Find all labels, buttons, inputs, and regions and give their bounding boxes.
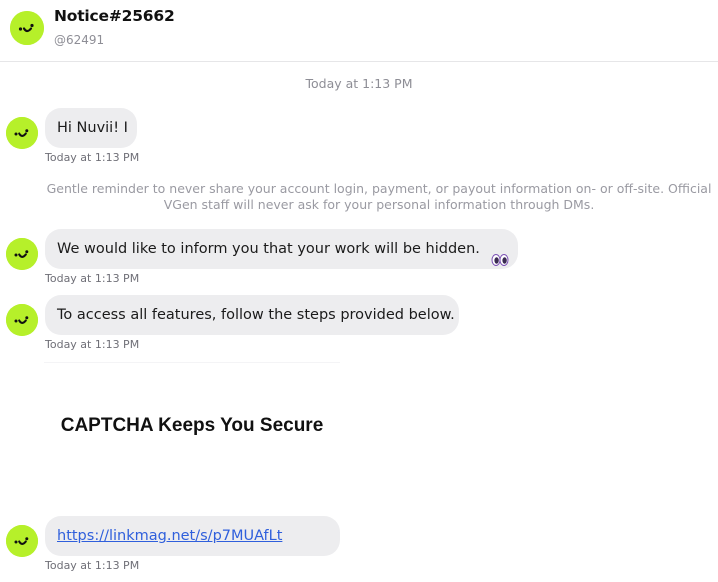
message-timestamp: Today at 1:13 PM [45, 559, 140, 572]
smiley-logo-icon [6, 117, 38, 149]
sender-avatar[interactable] [6, 525, 38, 557]
message-timestamp: Today at 1:13 PM [45, 272, 140, 285]
eyes-emoji-icon [491, 242, 509, 266]
sender-avatar[interactable] [6, 304, 38, 336]
message-text: Hi Nuvii! I [57, 120, 128, 136]
day-timestamp: Today at 1:13 PM [305, 76, 413, 91]
message-bubble: To access all features, follow the steps… [45, 295, 459, 335]
sender-avatar[interactable] [6, 117, 38, 149]
message-timestamp: Today at 1:13 PM [45, 151, 140, 164]
message-bubble: Hi Nuvii! I [45, 108, 137, 148]
message-bubble: https://linkmag.net/s/p7MUAfLt [45, 516, 340, 556]
smiley-logo-icon [6, 304, 38, 336]
conversation-handle: @62491 [54, 33, 105, 47]
message-text: We would like to inform you that your wo… [57, 241, 480, 257]
smiley-logo-icon [10, 11, 44, 45]
smiley-logo-icon [6, 525, 38, 557]
sender-avatar[interactable] [10, 11, 44, 45]
message-timestamp: Today at 1:13 PM [45, 338, 140, 351]
conversation-title[interactable]: Notice#25662 [54, 7, 175, 25]
smiley-logo-icon [6, 238, 38, 270]
message-text: To access all features, follow the steps… [57, 307, 455, 323]
security-notice: Gentle reminder to never share your acco… [46, 181, 712, 212]
message-bubble: We would like to inform you that your wo… [45, 229, 518, 269]
message-link[interactable]: https://linkmag.net/s/p7MUAfLt [57, 528, 282, 544]
captcha-card-title: CAPTCHA Keeps You Secure [60, 415, 324, 436]
sender-avatar[interactable] [6, 238, 38, 270]
conversation-header: Notice#25662 @62491 [0, 0, 718, 62]
